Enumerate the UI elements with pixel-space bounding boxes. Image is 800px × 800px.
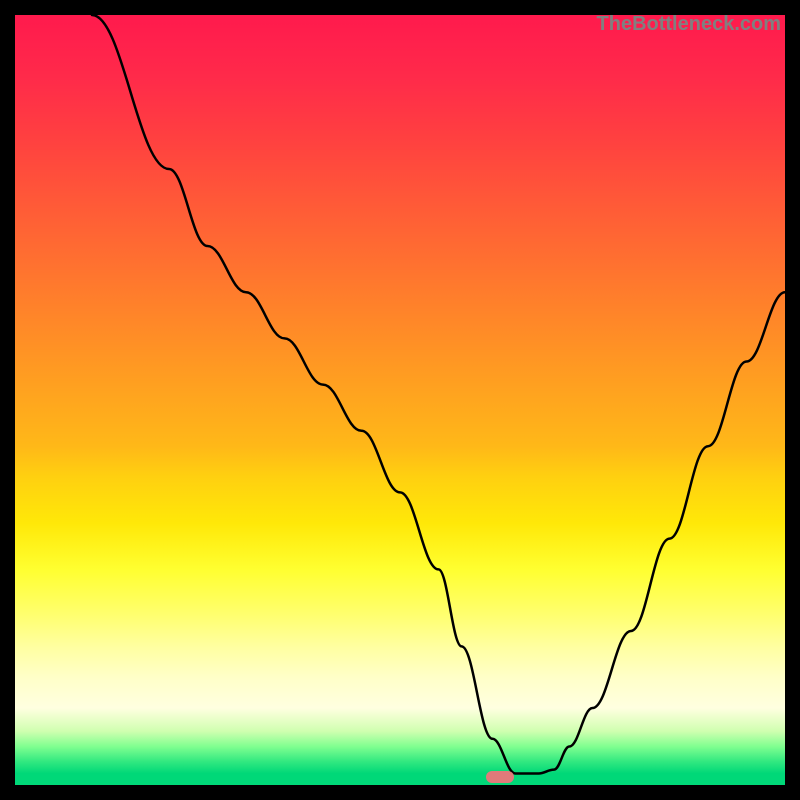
optimal-point-marker xyxy=(486,771,514,783)
plot-area: TheBottleneck.com xyxy=(15,15,785,785)
bottleneck-curve xyxy=(15,15,785,785)
watermark-text: TheBottleneck.com xyxy=(597,13,781,36)
chart-container: TheBottleneck.com xyxy=(0,0,800,800)
